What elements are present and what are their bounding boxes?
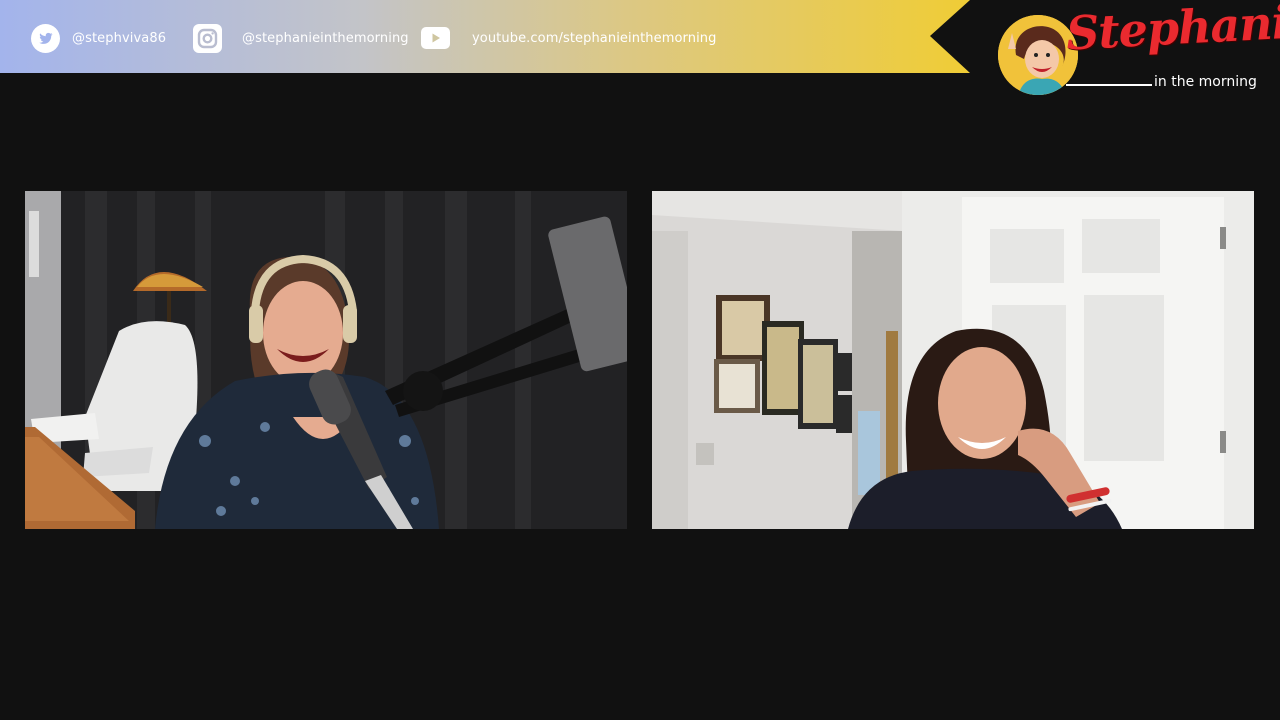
guest-video-frame xyxy=(652,191,1254,529)
guest-video-feed xyxy=(652,191,1254,529)
host-video-feed xyxy=(25,191,627,529)
social-twitter[interactable]: @stephviva86 xyxy=(31,22,166,54)
social-instagram[interactable]: @stephanieinthemorning xyxy=(193,22,409,54)
instagram-icon xyxy=(193,23,222,53)
youtube-icon xyxy=(421,24,450,53)
instagram-handle: @stephanieinthemorning xyxy=(242,30,409,46)
logo-subtitle: in the morning xyxy=(1154,74,1257,90)
host-video-frame xyxy=(25,191,627,529)
youtube-url: youtube.com/stephanieinthemorning xyxy=(472,30,717,46)
twitter-handle: @stephviva86 xyxy=(72,30,167,46)
stream-layout: @stephviva86 @stephanieinthemorning yout… xyxy=(0,0,1280,720)
twitter-icon xyxy=(31,23,60,53)
logo-underline xyxy=(1066,84,1152,86)
social-youtube[interactable]: youtube.com/stephanieinthemorning xyxy=(421,22,717,54)
social-banner: @stephviva86 @stephanieinthemorning yout… xyxy=(0,0,1010,73)
